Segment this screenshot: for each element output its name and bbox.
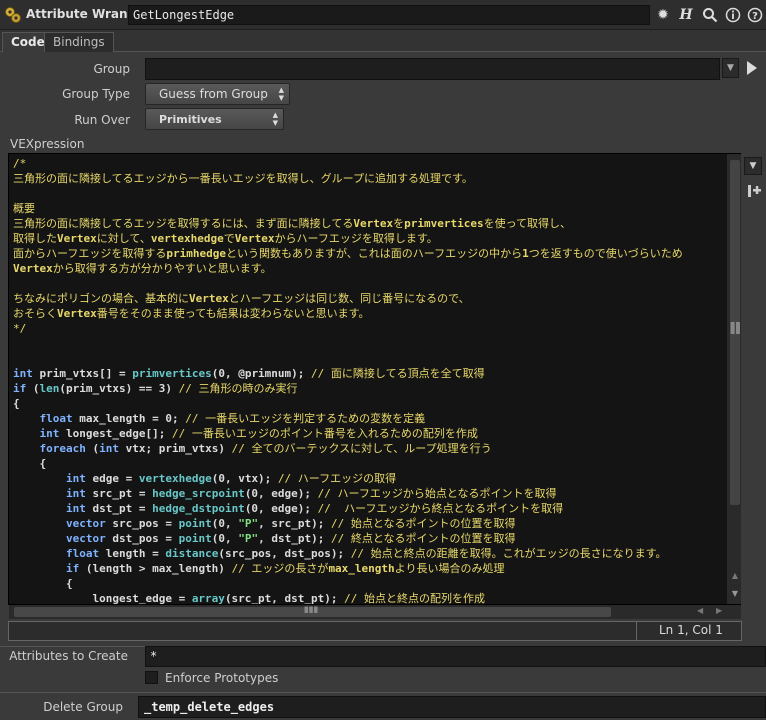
group-input[interactable] — [145, 58, 720, 80]
search-icon[interactable] — [700, 5, 720, 25]
select-arrow-icon[interactable] — [745, 60, 759, 76]
enforce-prototypes-label: Enforce Prototypes — [165, 671, 279, 685]
code-editor[interactable]: /* 三角形の面に隣接してるエッジから一番長いエッジを取得し、グループに追加する処… — [8, 153, 741, 605]
updown-arrows-icon: ▲ ▼ — [272, 111, 278, 127]
code-line: int longest_edge[]; // 一番長いエッジのポイント番号を入れ… — [39, 427, 478, 440]
code-line: 概要 — [13, 202, 35, 215]
code-line: longest_edge = array(src_pt, dst_pt); //… — [13, 592, 486, 605]
svg-text:?: ? — [752, 11, 758, 22]
group-type-menu[interactable]: Guess from Group ▲ ▼ — [145, 83, 290, 105]
code-line: foreach (int vtx; prim_vtxs) // 全てのバーテック… — [39, 442, 492, 455]
code-line: if (len(prim_vtxs) == 3) // 三角形の時のみ実行 — [13, 382, 298, 395]
wrangle-node-icon — [4, 6, 22, 24]
code-line: Vertexから取得する方が分かりやすいと思います。 — [13, 262, 272, 275]
code-line: float max_length = 0; // 一番長いエッジを判定するための… — [39, 412, 426, 425]
code-line: */ — [13, 322, 27, 335]
add-parm-icon[interactable] — [745, 182, 763, 200]
code-line: vector src_pos = point(0, "P", src_pt); … — [65, 517, 516, 530]
scroll-right-icon[interactable]: ▶ — [716, 606, 728, 618]
scroll-left-icon[interactable]: ◀ — [697, 606, 709, 618]
grip-icon: ▪▪▪▪▪▪ — [730, 319, 741, 336]
editor-menu-button[interactable]: ▼ — [744, 157, 762, 175]
code-line: int prim_vtxs[] = primvertices(0, @primn… — [13, 367, 485, 380]
tab-bar — [0, 30, 766, 52]
group-type-value: Guess from Group — [159, 87, 268, 101]
cursor-position: Ln 1, Col 1 — [636, 621, 742, 641]
code-line: vector dst_pos = point(0, "P", dst_pt); … — [65, 532, 516, 545]
delete-group-input[interactable]: _temp_delete_edges — [138, 696, 766, 718]
code-content: /* 三角形の面に隣接してるエッジから一番長いエッジを取得し、グループに追加する処… — [13, 156, 683, 605]
code-line: ちなみにポリゴンの場合、基本的にVertexとハーフエッジは同じ数、同じ番号にな… — [13, 292, 470, 305]
help-icon[interactable]: ? — [745, 5, 765, 25]
run-over-value: Primitives — [159, 113, 222, 126]
attributes-to-create-input[interactable]: * — [145, 646, 766, 667]
grip-icon: ▪▪▪▪▪▪ — [304, 604, 319, 615]
code-line: int dst_pt = hedge_dstpoint(0, edge); //… — [65, 502, 564, 515]
code-line: 三角形の面に隣接してるエッジから一番長いエッジを取得し、グループに追加する処理で… — [13, 172, 473, 185]
group-dropdown-button[interactable]: ▼ — [722, 58, 739, 78]
updown-arrows-icon: ▲ ▼ — [278, 86, 284, 102]
info-icon[interactable] — [723, 5, 743, 25]
scroll-down-icon[interactable]: ▼ — [729, 589, 741, 601]
code-line: int src_pt = hedge_srcpoint(0, edge); //… — [65, 487, 557, 500]
scroll-up-icon[interactable]: ▲ — [729, 571, 741, 583]
tab-bindings[interactable]: Bindings — [44, 32, 114, 52]
code-line: { — [13, 397, 20, 410]
code-line: { — [13, 577, 73, 590]
delete-group-label: Delete Group — [43, 700, 123, 714]
node-name-field[interactable]: GetLongestEdge — [128, 5, 650, 25]
code-line: float length = distance(src_pos, dst_pos… — [65, 547, 667, 560]
code-line: 面からハーフエッジを取得するprimhedgeという関数もありますが、これは面の… — [13, 247, 683, 260]
code-line: おそらくVertex番号をそのまま使っても結果は変わらないと思います。 — [13, 307, 370, 320]
code-line: { — [13, 457, 47, 470]
vexpression-label: VEXpression — [10, 137, 85, 151]
attributes-to-create-label: Attributes to Create — [9, 649, 128, 663]
editor-status-bar — [8, 621, 742, 641]
divider — [0, 692, 766, 693]
code-line: int edge = vertexhedge(0, vtx); // ハーフエッ… — [65, 472, 397, 485]
code-line: /* — [13, 157, 27, 170]
gear-icon[interactable]: ✹ — [653, 5, 673, 25]
help-h-icon[interactable]: H — [676, 5, 696, 25]
code-line: 三角形の面に隣接してるエッジを取得するには、まず面に隣接してるVertexをpr… — [13, 217, 572, 230]
run-over-label: Run Over — [74, 113, 130, 127]
code-line: if (length > max_length) // エッジの長さがmax_l… — [65, 562, 505, 575]
code-line: 取得したVertexに対して、vertexhedgeでVertexからハーフエッ… — [13, 232, 438, 245]
run-over-menu[interactable]: Primitives ▲ ▼ — [145, 108, 284, 130]
group-type-label: Group Type — [62, 87, 130, 101]
group-label: Group — [93, 62, 130, 76]
enforce-prototypes-checkbox[interactable] — [145, 671, 158, 684]
